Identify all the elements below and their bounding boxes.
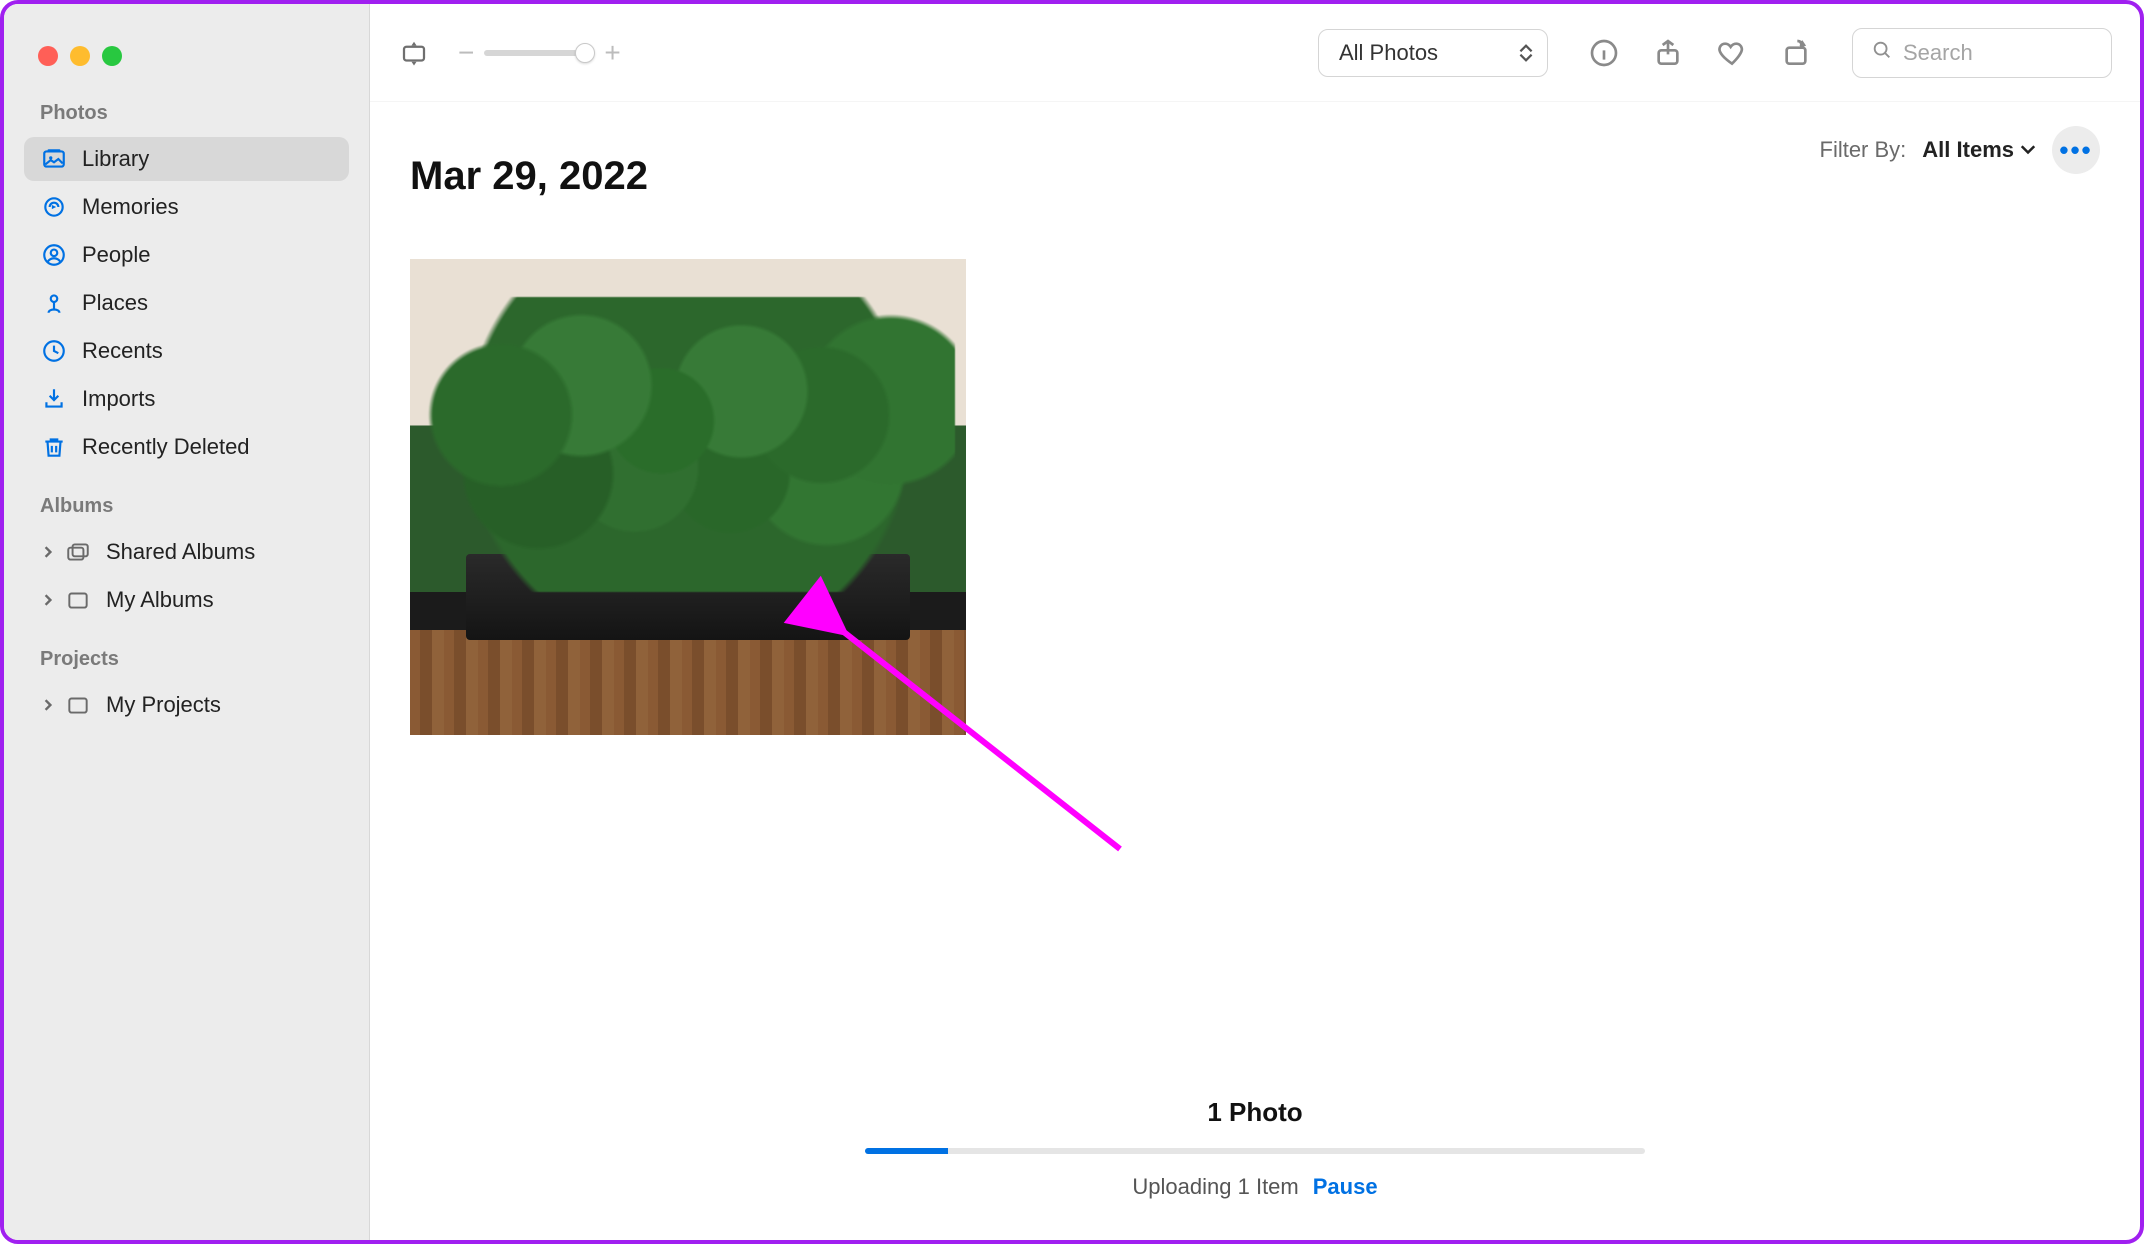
recents-icon [40,337,68,365]
sidebar-item-label: Recently Deleted [82,434,250,460]
people-icon [40,241,68,269]
sidebar-item-my-projects[interactable]: My Projects [24,683,349,727]
sidebar-item-label: Library [82,146,149,172]
sidebar-item-recently-deleted[interactable]: Recently Deleted [24,425,349,469]
close-window-button[interactable] [38,46,58,66]
favorite-button[interactable] [1714,35,1750,71]
sidebar-item-shared-albums[interactable]: Shared Albums [24,530,349,574]
search-icon [1871,39,1893,66]
main-content: − + All Photos [370,4,2140,1240]
photo-thumbnail[interactable] [410,259,966,735]
zoom-in-icon[interactable]: + [600,37,624,69]
upload-progress-fill [865,1148,948,1154]
sidebar-item-imports[interactable]: Imports [24,377,349,421]
sidebar-item-people[interactable]: People [24,233,349,277]
imports-icon [40,385,68,413]
chevron-right-icon [40,544,56,560]
sidebar-section-photos: Photos [4,96,369,135]
zoom-track[interactable] [484,50,594,56]
date-heading: Mar 29, 2022 [410,154,2100,199]
share-button[interactable] [1650,35,1686,71]
status-footer: 1 Photo Uploading 1 Item Pause [370,1077,2140,1240]
minimize-window-button[interactable] [70,46,90,66]
fullscreen-window-button[interactable] [102,46,122,66]
chevron-right-icon [40,592,56,608]
projects-icon [64,691,92,719]
toolbar-actions [1586,35,1814,71]
sidebar-item-recents[interactable]: Recents [24,329,349,373]
sidebar: Photos Library Memories People Places [4,4,370,1240]
view-select-value: All Photos [1339,40,1438,66]
select-stepper-icon [1519,44,1533,62]
sidebar-item-label: People [82,242,151,268]
search-field[interactable] [1852,28,2112,78]
zoom-out-icon[interactable]: − [454,37,478,69]
places-icon [40,289,68,317]
shared-albums-icon [64,538,92,566]
album-icon [64,586,92,614]
info-button[interactable] [1586,35,1622,71]
sidebar-section-projects: Projects [4,642,369,681]
view-select[interactable]: All Photos [1318,29,1548,77]
photo-grid-area: Mar 29, 2022 [370,174,2140,1077]
sidebar-section-albums: Albums [4,489,369,528]
upload-status-text: Uploading 1 Item [1132,1174,1298,1200]
search-input[interactable] [1903,40,2093,66]
sidebar-item-label: My Projects [106,692,221,718]
pause-upload-button[interactable]: Pause [1313,1174,1378,1200]
library-icon [40,145,68,173]
photo-count: 1 Photo [1207,1097,1302,1128]
sidebar-item-label: Shared Albums [106,539,255,565]
rotate-button[interactable] [1778,35,1814,71]
upload-progress-bar [865,1148,1645,1154]
sidebar-item-label: Imports [82,386,155,412]
photos-app-window: Photos Library Memories People Places [0,0,2144,1244]
sidebar-item-places[interactable]: Places [24,281,349,325]
aspect-ratio-button[interactable] [390,29,438,77]
sidebar-item-memories[interactable]: Memories [24,185,349,229]
upload-status-row: Uploading 1 Item Pause [1132,1174,1377,1200]
sidebar-item-label: Memories [82,194,179,220]
sidebar-item-label: My Albums [106,587,214,613]
zoom-slider[interactable]: − + [454,37,625,69]
trash-icon [40,433,68,461]
sidebar-item-my-albums[interactable]: My Albums [24,578,349,622]
zoom-thumb[interactable] [575,43,595,63]
window-controls [4,18,369,96]
sidebar-item-label: Recents [82,338,163,364]
chevron-right-icon [40,697,56,713]
sidebar-item-label: Places [82,290,148,316]
sidebar-item-library[interactable]: Library [24,137,349,181]
toolbar: − + All Photos [370,4,2140,102]
memories-icon [40,193,68,221]
